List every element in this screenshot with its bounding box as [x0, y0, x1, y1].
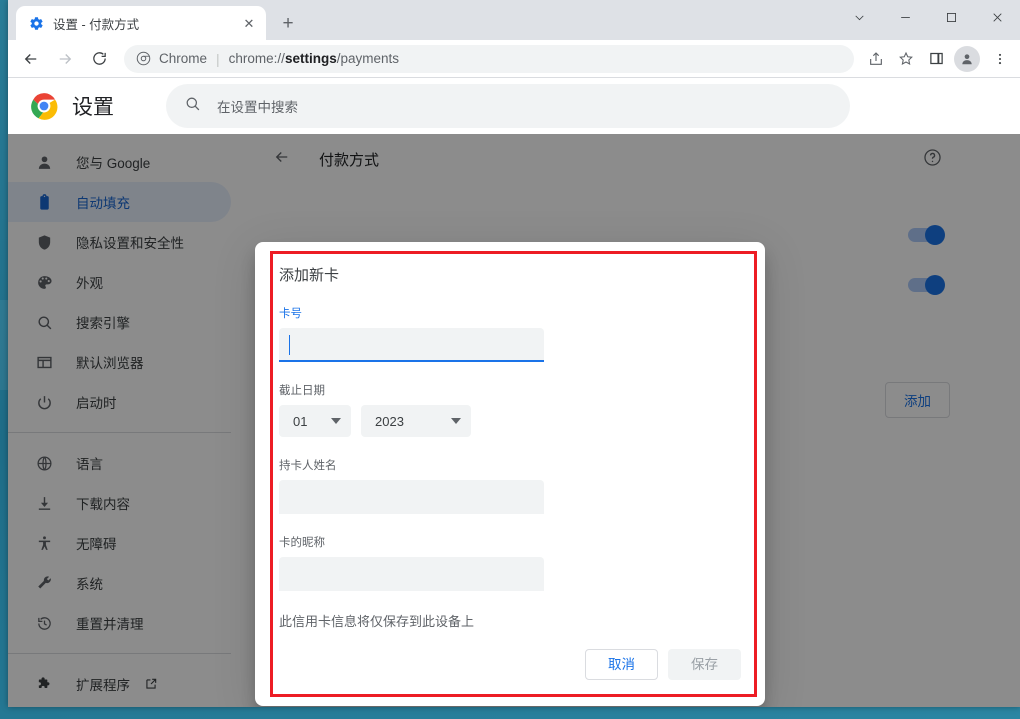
expiry-month-value: 01 [293, 413, 308, 429]
expiry-group: 截止日期 01 2023 [279, 382, 741, 437]
settings-header: 设置 在设置中搜索 [8, 78, 1020, 134]
profile-avatar-icon[interactable] [954, 45, 980, 72]
forward-icon[interactable] [50, 44, 80, 74]
reload-icon[interactable] [84, 44, 114, 74]
bookmark-star-icon[interactable] [892, 45, 920, 73]
nickname-label: 卡的昵称 [279, 537, 325, 549]
search-icon [184, 95, 201, 117]
card-number-label: 卡号 [279, 308, 302, 320]
card-holder-group: 持卡人姓名 [279, 457, 741, 514]
save-button[interactable]: 保存 [668, 648, 741, 680]
text-caret [289, 335, 290, 355]
gear-icon [28, 15, 44, 31]
dialog-note: 此信用卡信息将仅保存到此设备上 [279, 614, 475, 629]
dialog-title: 添加新卡 [279, 267, 340, 284]
chrome-brand-icon [136, 51, 151, 66]
card-nickname-input[interactable] [279, 557, 544, 591]
side-panel-icon[interactable] [922, 45, 950, 73]
chevron-down-icon [451, 418, 461, 424]
browser-window: 设置 - 付款方式 ✕ + Chrome | chrome://settings… [8, 0, 1020, 707]
url-prefix: chrome:// [228, 51, 285, 66]
url-suffix: /payments [336, 51, 399, 66]
minimize-icon[interactable] [882, 0, 928, 34]
expiry-month-select[interactable]: 01 [279, 405, 351, 437]
chrome-logo-icon [30, 92, 58, 120]
dialog-content: 添加新卡 卡号 截止日期 01 2023 持卡人姓名 卡的昵称 此信用卡信息将仅… [255, 242, 765, 706]
url-bold: settings [284, 51, 337, 66]
search-placeholder: 在设置中搜索 [217, 99, 298, 115]
page-title: 设置 [72, 95, 114, 119]
close-icon[interactable] [974, 0, 1020, 34]
omnibox-brand-label: Chrome [159, 51, 208, 66]
cancel-button[interactable]: 取消 [585, 648, 658, 680]
omnibox-separator: | [216, 50, 220, 67]
desktop-texture [0, 300, 8, 390]
expiry-selects: 01 2023 [279, 405, 741, 437]
expiry-year-value: 2023 [375, 413, 404, 429]
card-number-input[interactable] [279, 328, 544, 362]
maximize-icon[interactable] [928, 0, 974, 34]
settings-search-input[interactable]: 在设置中搜索 [166, 83, 850, 128]
share-icon[interactable] [862, 45, 890, 73]
browser-toolbar: Chrome | chrome://settings/payments [8, 40, 1020, 78]
card-holder-input[interactable] [279, 480, 544, 514]
back-icon[interactable] [16, 44, 46, 74]
browser-tab[interactable]: 设置 - 付款方式 ✕ [16, 6, 266, 40]
add-card-dialog: 添加新卡 卡号 截止日期 01 2023 持卡人姓名 卡的昵称 此信用卡信息将仅… [255, 242, 765, 706]
tab-strip: 设置 - 付款方式 ✕ + [8, 0, 1020, 40]
three-dot-menu-icon[interactable] [986, 45, 1014, 73]
tab-search-chevron-down-icon[interactable] [836, 0, 882, 34]
new-tab-button[interactable]: + [274, 9, 302, 37]
card-number-group: 卡号 [279, 305, 741, 362]
dialog-actions: 取消 保存 [585, 648, 741, 680]
address-bar[interactable]: Chrome | chrome://settings/payments [124, 44, 854, 73]
nickname-group: 卡的昵称 [279, 534, 741, 591]
card-holder-label: 持卡人姓名 [279, 460, 337, 472]
expiry-year-select[interactable]: 2023 [361, 405, 471, 437]
settings-page: 设置 在设置中搜索 您与 Google 自动填充 隐私设置和安全性 外观 搜索引… [8, 78, 1020, 707]
omnibox-url: chrome://settings/payments [229, 51, 399, 66]
window-controls [836, 0, 1020, 34]
tab-title: 设置 - 付款方式 [53, 17, 140, 32]
chevron-down-icon [331, 418, 341, 424]
close-icon[interactable]: ✕ [240, 14, 258, 32]
expiry-label: 截止日期 [279, 385, 325, 397]
